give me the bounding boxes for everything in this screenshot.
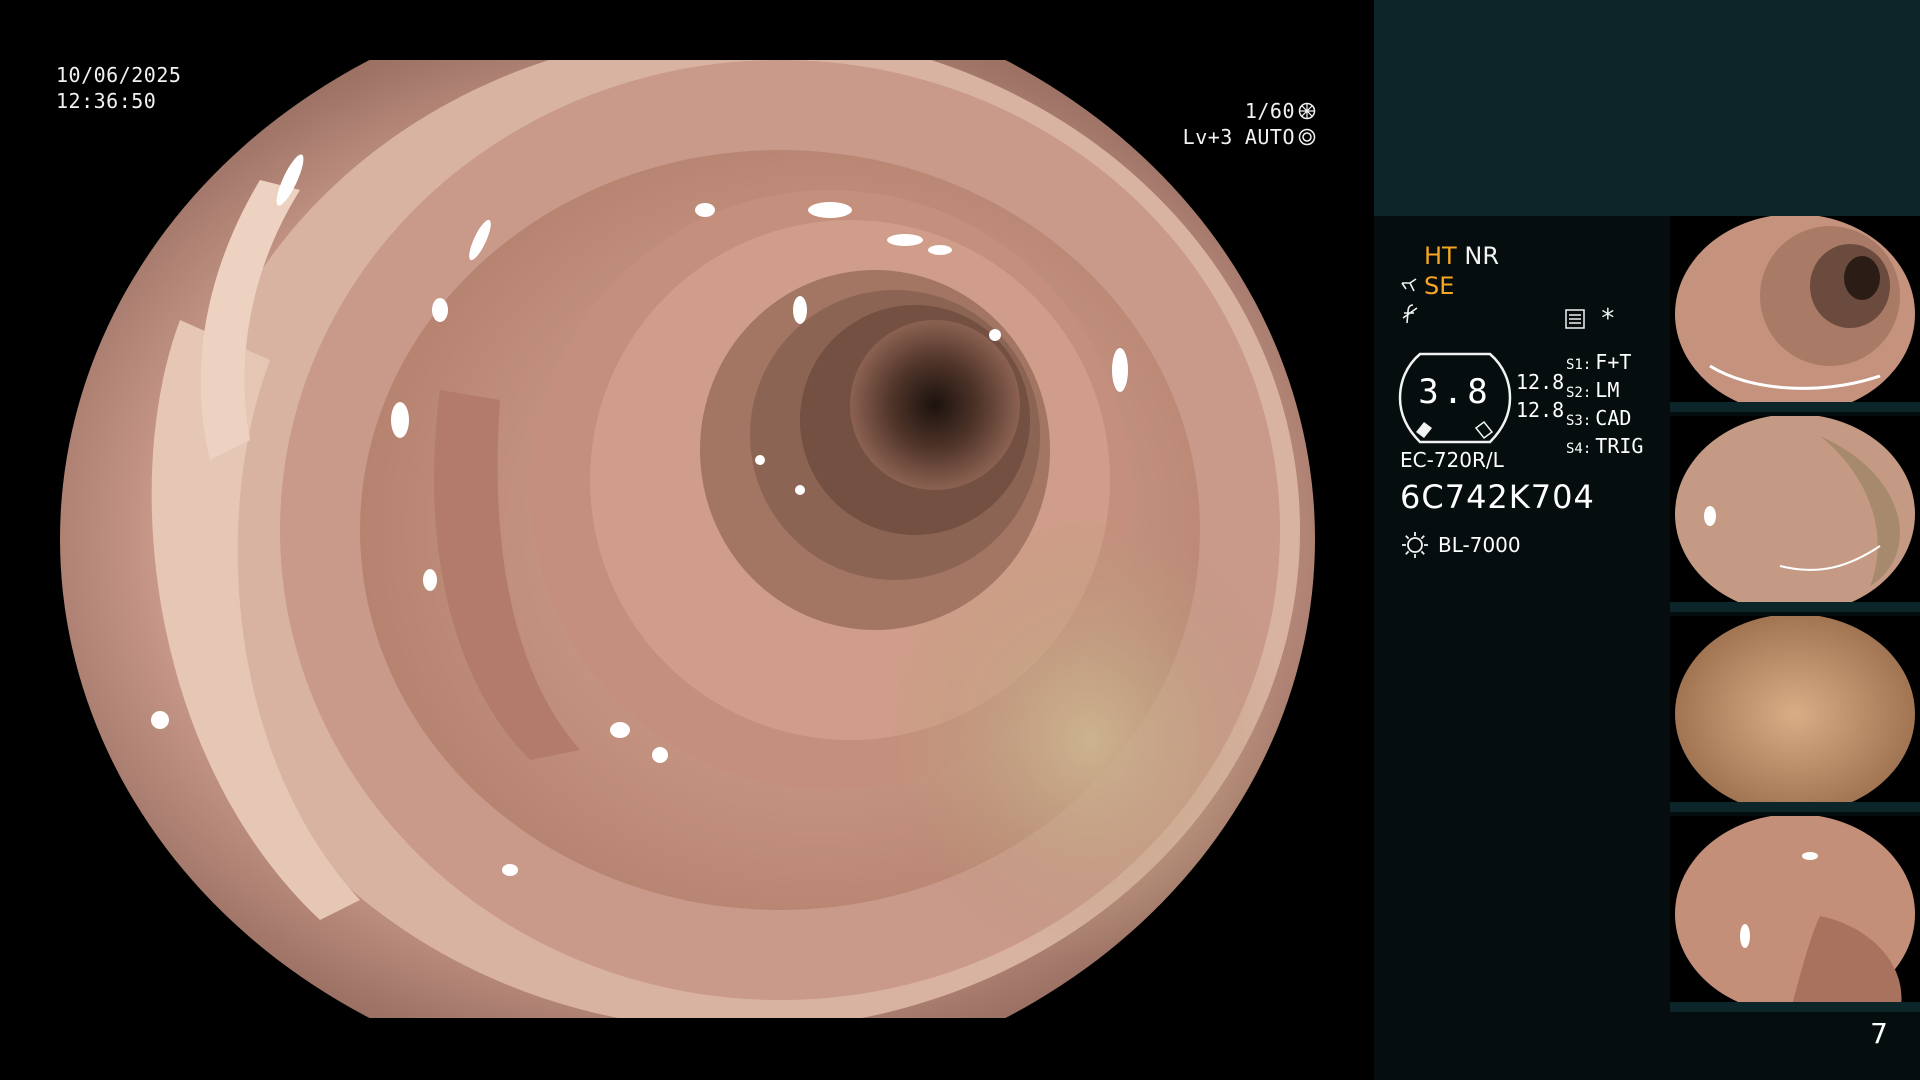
captured-image-thumbnail[interactable]: [1670, 216, 1920, 412]
time-text: 12:36:50: [56, 89, 157, 113]
switch-key: S3:: [1566, 413, 1592, 429]
light-source-text: BL-7000: [1438, 533, 1521, 557]
level-text: Lv+3: [1182, 125, 1233, 149]
scope-model: EC-720R/L: [1400, 448, 1504, 472]
asterisk-indicator: *: [1600, 304, 1616, 334]
light-source-icon: [1402, 532, 1428, 558]
switch-row: S4: TRIG: [1566, 434, 1643, 462]
switch-value: CAD: [1595, 406, 1632, 430]
thumbnail-bar: [1670, 802, 1920, 812]
thumbnail-bar: [1670, 1002, 1920, 1012]
ht-indicator: HT: [1424, 242, 1457, 270]
shutter-icon: [1298, 102, 1316, 120]
switch-value: LM: [1595, 378, 1620, 402]
camera-info-overlay: 1/60 Lv+3 AUTO: [1183, 98, 1316, 150]
endoscopy-screen: 10/06/2025 12:36:50 1/60 Lv+3 AUTO HT NR: [0, 0, 1920, 1080]
gauge-sub-value-1: 12.8: [1516, 370, 1565, 394]
endoscope-live-view: [60, 60, 1315, 1018]
switch-value: TRIG: [1595, 434, 1644, 458]
iris-icon: [1298, 128, 1316, 146]
scope-serial: 6C742K704: [1400, 478, 1595, 516]
se-indicator: SE: [1424, 272, 1455, 300]
f-slash-icon: [1402, 304, 1418, 324]
scissors-se-icon: [1401, 278, 1417, 292]
date-text: 10/06/2025: [56, 63, 182, 87]
se-row: SE: [1400, 272, 1454, 300]
switch-key: S4:: [1566, 441, 1592, 457]
captured-image-thumbnail[interactable]: [1670, 416, 1920, 612]
captured-image-thumbnail[interactable]: [1670, 816, 1920, 1012]
mode-indicators: HT NR: [1424, 242, 1499, 270]
light-source-row: BL-7000: [1400, 530, 1521, 560]
switch-row: S2: LM: [1566, 378, 1643, 406]
thumbnail-bar: [1670, 602, 1920, 612]
iris-text: AUTO: [1244, 125, 1295, 149]
captured-image-thumbnail[interactable]: [1670, 616, 1920, 812]
panel-header-area: [1374, 0, 1920, 216]
page-number: 7: [1870, 1017, 1888, 1050]
switch-value: F+T: [1595, 350, 1632, 374]
switch-row: S3: CAD: [1566, 406, 1643, 434]
nr-indicator: NR: [1464, 242, 1499, 270]
scope-switch-list: S1: F+T S2: LM S3: CAD S4: TRIG: [1566, 350, 1643, 462]
switch-row: S1: F+T: [1566, 350, 1643, 378]
switch-key: S1:: [1566, 357, 1592, 373]
switch-key: S2:: [1566, 385, 1592, 401]
shutter-text: 1/60: [1244, 99, 1295, 123]
thumbnail-bar: [1670, 402, 1920, 412]
settings-icon: [1565, 309, 1585, 329]
gauge-sub-value-2: 12.8: [1516, 398, 1565, 422]
gauge-value: 3.8: [1418, 372, 1492, 412]
datetime-overlay: 10/06/2025 12:36:50: [56, 62, 181, 114]
